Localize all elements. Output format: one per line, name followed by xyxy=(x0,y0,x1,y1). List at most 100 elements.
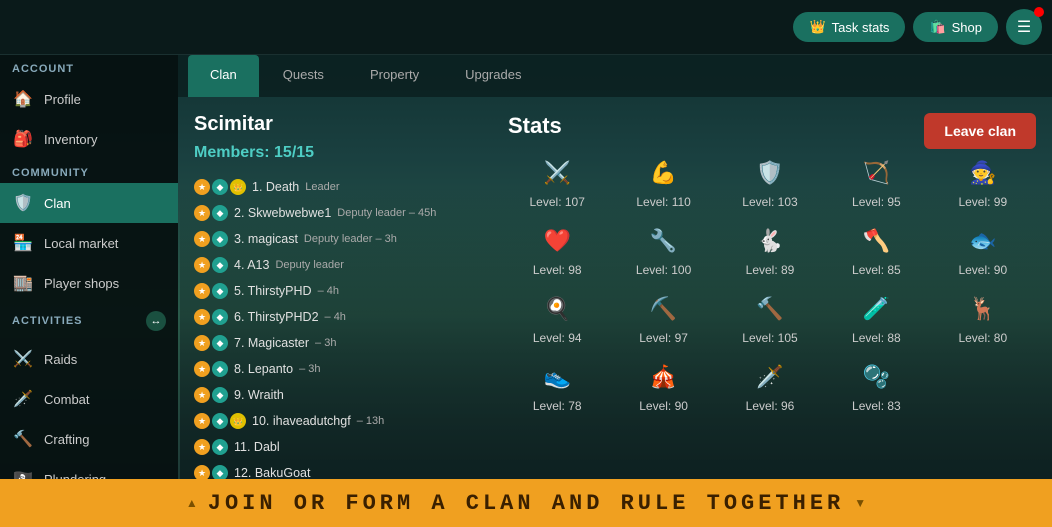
member-role: Deputy leader – 3h xyxy=(304,233,397,245)
sidebar-item-combat[interactable]: 🗡️ Combat xyxy=(0,379,178,419)
inventory-icon: 🎒 xyxy=(12,128,34,150)
clan-label: Clan xyxy=(44,196,71,211)
stat-icon: 🧪 xyxy=(858,291,894,327)
teal-badge: ◆ xyxy=(212,283,228,299)
sidebar-item-inventory[interactable]: 🎒 Inventory xyxy=(0,119,178,159)
activities-label: Activities xyxy=(12,315,83,327)
stat-cell: 🎪 Level: 90 xyxy=(614,359,712,413)
tab-upgrades-label: Upgrades xyxy=(465,67,521,82)
list-item: ★◆ 12. BakuGoat xyxy=(194,460,472,479)
clan-tabs: Clan Quests Property Upgrades xyxy=(178,55,1052,97)
stat-cell: 🔨 Level: 105 xyxy=(721,291,819,345)
shop-label: Shop xyxy=(952,20,982,35)
stat-icon: 🔨 xyxy=(752,291,788,327)
stat-level: Level: 98 xyxy=(533,263,582,277)
shop-button[interactable]: 🛍️ Shop xyxy=(913,12,998,42)
member-panel: Scimitar Members: 15/15 ★◆👑 1. Death Lea… xyxy=(178,97,488,479)
stat-cell: 👟 Level: 78 xyxy=(508,359,606,413)
sidebar-item-crafting[interactable]: 🔨 Crafting xyxy=(0,419,178,459)
sidebar-item-plundering[interactable]: 🏴‍☠️ Plundering xyxy=(0,459,178,479)
member-name: 6. ThirstyPHD2 xyxy=(234,310,319,324)
stat-cell: 🧙 Level: 99 xyxy=(934,155,1032,209)
tab-clan[interactable]: Clan xyxy=(188,55,259,97)
topbar-right: 👑 Task stats 🛍️ Shop ☰ xyxy=(793,9,1042,45)
member-badges: ★◆ xyxy=(194,465,228,479)
stat-icon: ⚔️ xyxy=(539,155,575,191)
stat-icon: 🔧 xyxy=(646,223,682,259)
gold-badge: ★ xyxy=(194,283,210,299)
member-role: Leader xyxy=(305,181,339,193)
content-panel: Scimitar Members: 15/15 ★◆👑 1. Death Lea… xyxy=(178,97,1052,479)
profile-label: Profile xyxy=(44,92,81,107)
member-role: – 13h xyxy=(357,415,385,427)
community-section-label: Community xyxy=(0,159,178,183)
member-badges: ★◆ xyxy=(194,361,228,377)
teal-badge: ◆ xyxy=(212,335,228,351)
main-area: Account 🏠 Profile 🎒 Inventory Community … xyxy=(0,55,1052,479)
tab-quests[interactable]: Quests xyxy=(261,55,346,97)
taskstats-label: Task stats xyxy=(832,20,890,35)
sidebar-item-profile[interactable]: 🏠 Profile xyxy=(0,79,178,119)
gold-badge: ★ xyxy=(194,335,210,351)
stat-level: Level: 96 xyxy=(746,399,795,413)
member-role: – 3h xyxy=(315,337,336,349)
tab-clan-label: Clan xyxy=(210,67,237,82)
member-name: 7. Magicaster xyxy=(234,336,309,350)
tab-property[interactable]: Property xyxy=(348,55,441,97)
stat-icon: 🫧 xyxy=(858,359,894,395)
stat-level: Level: 95 xyxy=(852,195,901,209)
list-item: ★◆ 3. magicast Deputy leader – 3h xyxy=(194,226,472,252)
stat-level: Level: 85 xyxy=(852,263,901,277)
stat-cell: ⛏️ Level: 97 xyxy=(614,291,712,345)
sidebar-item-localmarket[interactable]: 🏪 Local market xyxy=(0,223,178,263)
plundering-label: Plundering xyxy=(44,472,106,480)
member-badges: ★◆👑 xyxy=(194,179,246,195)
stat-icon: 🐇 xyxy=(752,223,788,259)
stat-level: Level: 99 xyxy=(958,195,1007,209)
gold-badge: ★ xyxy=(194,257,210,273)
clan-name: Scimitar xyxy=(194,113,472,136)
stat-level: Level: 100 xyxy=(636,263,691,277)
list-item: ★◆ 6. ThirstyPHD2 – 4h xyxy=(194,304,472,330)
teal-badge: ◆ xyxy=(212,387,228,403)
list-item: ★◆ 11. Dabl xyxy=(194,434,472,460)
banner-scroll-down[interactable]: ▼ xyxy=(854,496,866,510)
sidebar: Account 🏠 Profile 🎒 Inventory Community … xyxy=(0,55,178,479)
localmarket-label: Local market xyxy=(44,236,118,251)
stat-level: Level: 78 xyxy=(533,399,582,413)
activities-section: Activities ↔ xyxy=(0,303,178,339)
member-list-container: ★◆👑 1. Death Leader ★◆ 2. Skwebwebwe1 De… xyxy=(194,174,472,479)
tab-upgrades[interactable]: Upgrades xyxy=(443,55,543,97)
menu-button[interactable]: ☰ xyxy=(1006,9,1042,45)
sidebar-item-raids[interactable]: ⚔️ Raids xyxy=(0,339,178,379)
gold-badge: ★ xyxy=(194,387,210,403)
stat-icon: 🍳 xyxy=(539,291,575,327)
gold-badge: ★ xyxy=(194,361,210,377)
stat-icon: ⛏️ xyxy=(646,291,682,327)
member-role: – 3h xyxy=(299,363,320,375)
gold-badge: ★ xyxy=(194,439,210,455)
member-role: – 4h xyxy=(325,311,346,323)
stat-level: Level: 107 xyxy=(530,195,585,209)
sidebar-item-playershops[interactable]: 🏬 Player shops xyxy=(0,263,178,303)
banner-scroll-up[interactable]: ▲ xyxy=(186,496,198,510)
stat-cell: 💪 Level: 110 xyxy=(614,155,712,209)
member-name: 1. Death xyxy=(252,180,299,194)
stat-icon: 🎪 xyxy=(646,359,682,395)
member-role: Deputy leader – 45h xyxy=(337,207,436,219)
activities-toggle-button[interactable]: ↔ xyxy=(146,311,166,331)
stat-icon: 🪓 xyxy=(858,223,894,259)
leave-clan-button[interactable]: Leave clan xyxy=(924,113,1036,149)
sidebar-item-clan[interactable]: 🛡️ Clan xyxy=(0,183,178,223)
stat-level: Level: 88 xyxy=(852,331,901,345)
stat-level: Level: 90 xyxy=(958,263,1007,277)
members-count: Members: 15/15 xyxy=(194,144,472,162)
teal-badge: ◆ xyxy=(212,231,228,247)
stat-cell: 🫧 Level: 83 xyxy=(827,359,925,413)
raids-label: Raids xyxy=(44,352,77,367)
bag-icon: 🛍️ xyxy=(929,19,945,35)
stat-level: Level: 110 xyxy=(636,195,691,209)
taskstats-button[interactable]: 👑 Task stats xyxy=(793,12,905,42)
list-item: ★◆👑 1. Death Leader xyxy=(194,174,472,200)
combat-label: Combat xyxy=(44,392,90,407)
